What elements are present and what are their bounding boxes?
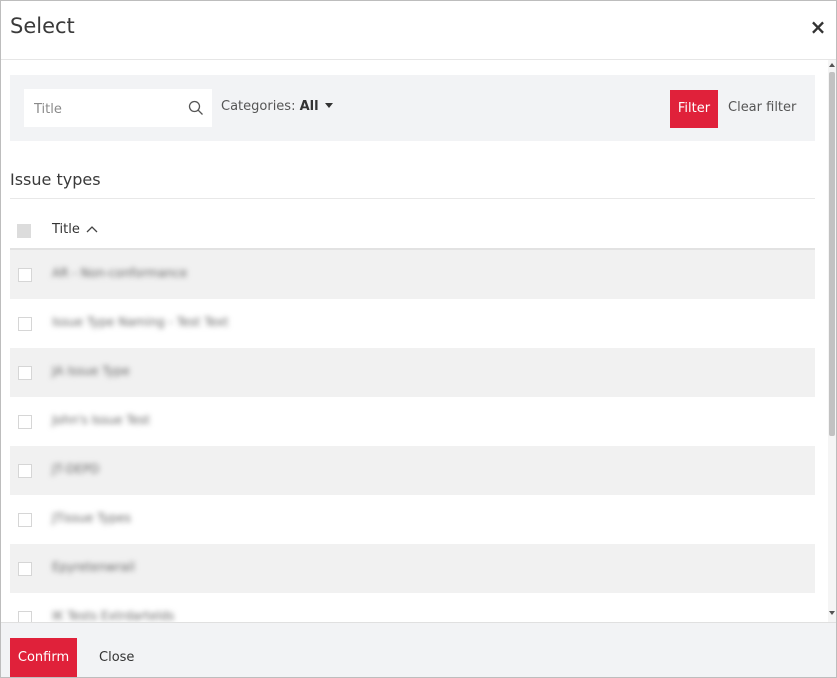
table-row[interactable]: JT-DEPD [10, 446, 815, 495]
caret-down-icon [324, 103, 333, 108]
vertical-scrollbar[interactable] [828, 60, 836, 622]
table-row[interactable]: IK Tests Extrdartelds [10, 593, 815, 622]
close-button[interactable]: Close [99, 650, 134, 665]
categories-label: Categories: [221, 99, 296, 114]
section-title: Issue types [10, 170, 101, 189]
categories-dropdown[interactable]: Categories: All [221, 99, 333, 114]
select-all-checkbox[interactable] [17, 224, 31, 238]
clear-filter-link[interactable]: Clear filter [728, 100, 796, 115]
divider [10, 198, 815, 199]
row-checkbox[interactable] [18, 513, 32, 527]
search-field[interactable] [24, 89, 212, 129]
table-row[interactable]: JA Issue Type [10, 348, 815, 397]
table-body: AR - Non-conformance Issue Type Naming -… [10, 250, 815, 622]
row-title[interactable]: JT-DEPD [52, 462, 99, 476]
search-input[interactable] [32, 89, 186, 129]
row-title[interactable]: IK Tests Extrdartelds [52, 609, 174, 622]
row-checkbox[interactable] [18, 268, 32, 282]
row-checkbox[interactable] [18, 562, 32, 576]
table-row[interactable]: John's Issue Test [10, 397, 815, 446]
confirm-button[interactable]: Confirm [10, 638, 77, 677]
dialog-footer: Confirm Close [1, 622, 836, 677]
table-row[interactable]: Epyretenwrail [10, 544, 815, 593]
table-row[interactable]: AR - Non-conformance [10, 250, 815, 299]
row-checkbox[interactable] [18, 317, 32, 331]
close-icon[interactable]: × [808, 15, 828, 39]
dialog-header: Select × [1, 1, 836, 60]
table-header: Title [10, 212, 815, 250]
scroll-up-arrow-icon[interactable] [829, 62, 835, 68]
select-dialog: Select × Categories: All Filter Clear fi… [0, 0, 837, 678]
categories-value: All [299, 99, 319, 114]
title-column-header[interactable]: Title [52, 222, 80, 237]
search-icon[interactable] [188, 100, 204, 116]
scrollbar-thumb[interactable] [829, 72, 835, 436]
dialog-title: Select [10, 14, 75, 38]
row-title[interactable]: AR - Non-conformance [52, 266, 187, 280]
row-title[interactable]: Epyretenwrail [52, 560, 135, 574]
row-title[interactable]: Issue Type Naming - Test Text [52, 315, 228, 329]
table-row[interactable]: JTissue Types [10, 495, 815, 544]
row-title[interactable]: JTissue Types [52, 511, 131, 525]
scroll-down-arrow-icon[interactable] [829, 610, 835, 616]
row-checkbox[interactable] [18, 366, 32, 380]
filter-bar: Categories: All Filter Clear filter [10, 75, 815, 141]
row-title[interactable]: John's Issue Test [52, 413, 150, 427]
row-checkbox[interactable] [18, 611, 32, 622]
dialog-body: Categories: All Filter Clear filter Issu… [1, 60, 836, 622]
row-checkbox[interactable] [18, 464, 32, 478]
filter-button[interactable]: Filter [670, 90, 718, 128]
table-row[interactable]: Issue Type Naming - Test Text [10, 299, 815, 348]
sort-ascending-icon[interactable] [86, 224, 98, 234]
row-checkbox[interactable] [18, 415, 32, 429]
row-title[interactable]: JA Issue Type [52, 364, 130, 378]
